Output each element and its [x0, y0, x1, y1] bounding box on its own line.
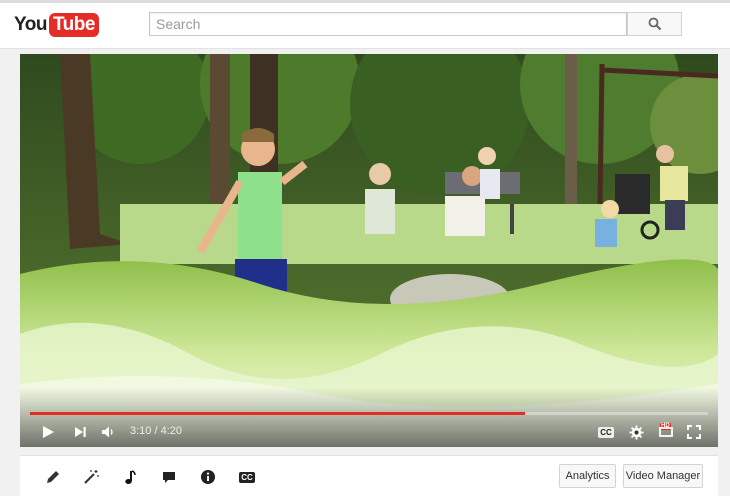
info-button[interactable] [199, 468, 217, 486]
cc-icon: CC [598, 426, 614, 438]
magic-wand-icon [84, 470, 99, 484]
pencil-icon [47, 471, 59, 483]
enhancements-button[interactable] [82, 468, 100, 486]
current-time: 3:10 [130, 425, 152, 437]
volume-icon [102, 426, 113, 438]
next-icon [75, 427, 86, 437]
fullscreen-icon [687, 425, 701, 439]
play-icon [43, 426, 54, 438]
video-manager-button[interactable]: Video Manager [623, 464, 703, 488]
subtitles-button[interactable]: CC [237, 468, 257, 486]
time-display: 3:10 / 4:20 [130, 425, 182, 437]
audio-button[interactable] [121, 468, 139, 486]
progress-fill [30, 412, 525, 415]
settings-button[interactable] [626, 422, 646, 442]
speech-bubble-icon [163, 472, 175, 483]
logo-you-text: You [14, 14, 47, 35]
volume-button[interactable] [98, 422, 118, 442]
fullscreen-button[interactable] [684, 422, 704, 442]
music-note-icon [125, 470, 136, 484]
time-separator: / [151, 425, 161, 437]
next-button[interactable] [70, 422, 90, 442]
cc-icon: CC [239, 471, 255, 483]
play-button[interactable] [38, 422, 58, 442]
info-icon [201, 470, 215, 484]
search-button[interactable] [627, 12, 682, 36]
duration: 4:20 [160, 425, 183, 437]
progress-bar[interactable] [30, 412, 708, 415]
logo-tube-text: Tube [48, 13, 99, 37]
theater-mode-button[interactable] [656, 422, 676, 442]
video-player[interactable]: 3:10 / 4:20 CC HD [20, 54, 718, 447]
search-icon [648, 17, 661, 31]
edit-button[interactable] [44, 468, 62, 486]
masthead: You Tube Search [0, 3, 730, 49]
annotations-button[interactable] [160, 468, 178, 486]
captions-button[interactable]: CC [596, 422, 616, 442]
analytics-button[interactable]: Analytics [559, 464, 616, 488]
gear-icon [628, 424, 644, 440]
search-input[interactable]: Search [149, 12, 627, 36]
theater-icon [659, 427, 673, 437]
youtube-logo[interactable]: You Tube [14, 13, 99, 37]
